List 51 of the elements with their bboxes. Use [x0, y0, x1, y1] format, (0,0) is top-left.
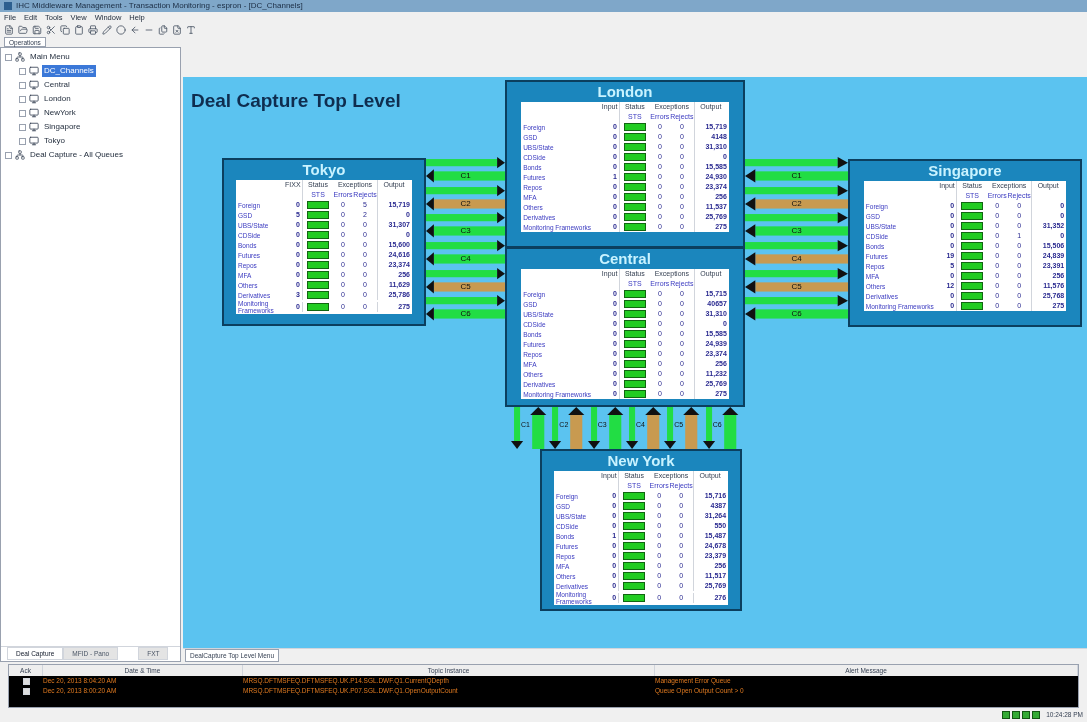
tree-item[interactable]: Central [42, 79, 72, 91]
window-title: IHC Middleware Management - Transaction Monitoring - espron - [DC_Channels] [16, 0, 303, 12]
tree-item[interactable]: London [42, 93, 73, 105]
tree-item[interactable]: Deal Capture - All Queues [28, 149, 125, 161]
channel-label: C3 [460, 226, 471, 237]
circle-icon[interactable] [116, 25, 126, 35]
app-icon [4, 2, 12, 10]
printer-icon[interactable] [88, 25, 98, 35]
channel-label: C6 [460, 309, 471, 320]
panel-title: Tokyo [302, 160, 346, 180]
server-icon [29, 108, 39, 118]
channel-label: C5 [791, 281, 802, 292]
copy-icon[interactable] [60, 25, 70, 35]
channel-label: C2 [791, 198, 802, 209]
text-icon[interactable] [186, 25, 196, 35]
channel-label: C2 [460, 198, 471, 209]
ack-checkbox[interactable] [22, 677, 30, 685]
tree-item[interactable]: Tokyo [42, 135, 67, 147]
server-icon [29, 122, 39, 132]
new-file-icon[interactable] [4, 25, 14, 35]
server-icon [29, 94, 39, 104]
tree-item[interactable]: DC_Channels [42, 65, 96, 77]
save-icon[interactable] [32, 25, 42, 35]
channel-label: C4 [791, 254, 802, 264]
tree-item[interactable]: NewYork [42, 107, 78, 119]
panel-title: Central [599, 249, 651, 269]
channel-label: C1 [791, 171, 802, 181]
tree-item[interactable]: Main Menu [28, 51, 72, 63]
folder-icon[interactable] [18, 25, 28, 35]
tree-item[interactable]: Singapore [42, 121, 83, 133]
scissors-icon[interactable] [46, 25, 56, 35]
channel-label: C3 [791, 226, 802, 237]
network-icon [15, 150, 25, 160]
file-x-icon[interactable] [172, 25, 182, 35]
panel-title: Singapore [928, 161, 1002, 181]
network-icon [15, 52, 25, 62]
channel-label: C1 [460, 171, 471, 181]
pencil-icon[interactable] [102, 25, 112, 35]
panel-title: New York [607, 451, 675, 471]
server-icon [29, 136, 39, 146]
channel-label: C4 [460, 254, 471, 264]
server-icon [29, 66, 39, 76]
ack-checkbox[interactable] [22, 687, 30, 695]
server-icon [29, 80, 39, 90]
canvas-title: Deal Capture Top Level [191, 89, 401, 113]
clipboard-icon[interactable] [74, 25, 84, 35]
panel-title: London [597, 82, 653, 102]
channel-label: C6 [791, 309, 802, 320]
channel-label: C5 [460, 281, 471, 292]
files-icon[interactable] [158, 25, 168, 35]
arrow-left-icon[interactable] [130, 25, 140, 35]
